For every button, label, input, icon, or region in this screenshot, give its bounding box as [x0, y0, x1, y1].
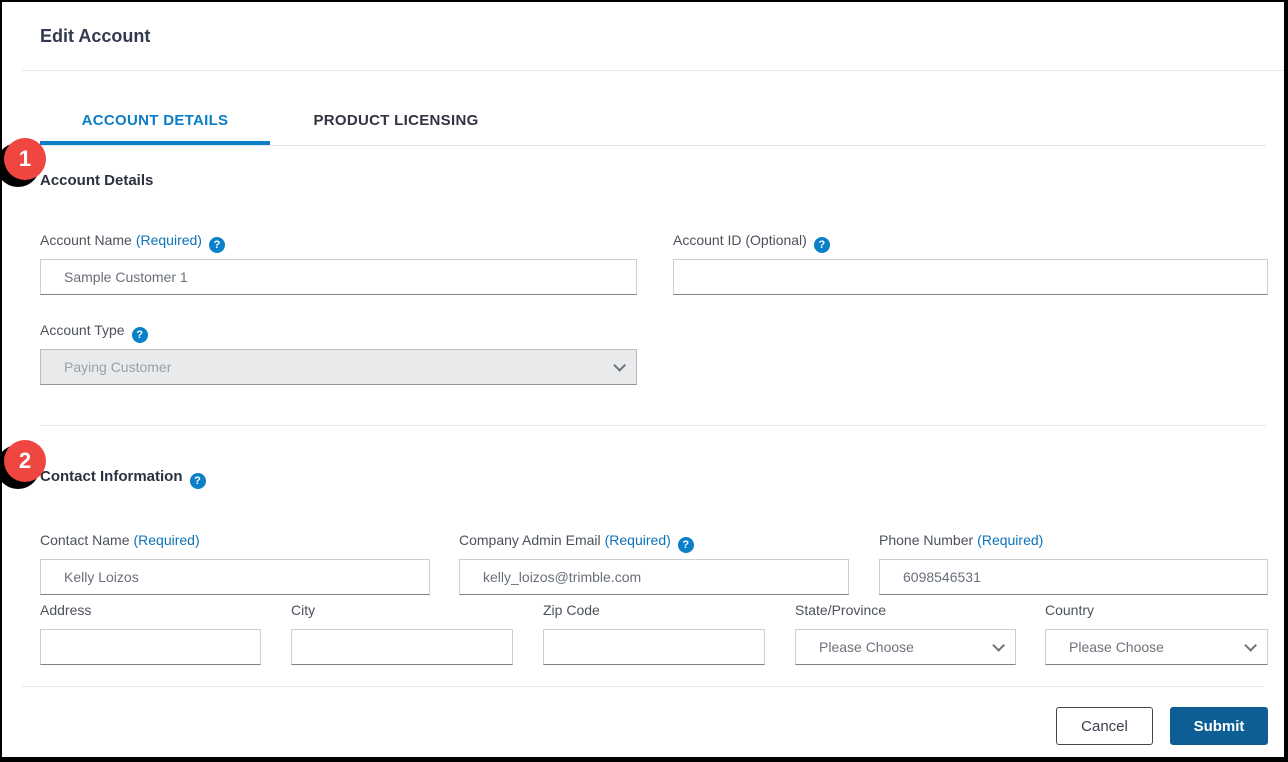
step-2-badge: 2	[4, 440, 46, 482]
company-admin-email-label: Company Admin Email(Required)?	[459, 532, 694, 553]
account-type-select[interactable]: Paying Customer	[40, 349, 637, 385]
zip-code-label: Zip Code	[543, 602, 600, 618]
tab-bar: ACCOUNT DETAILS PRODUCT LICENSING	[40, 95, 1266, 146]
section-heading-contact-information: Contact Information?	[40, 468, 206, 489]
account-id-input[interactable]	[673, 259, 1268, 295]
account-id-help-icon[interactable]: ?	[814, 237, 830, 253]
account-name-help-icon[interactable]: ?	[209, 237, 225, 253]
city-label: City	[291, 602, 315, 618]
account-type-selected-value: Paying Customer	[64, 359, 171, 375]
phone-number-label: Phone Number(Required)	[879, 532, 1043, 548]
step-1-badge: 1	[4, 138, 46, 180]
city-input[interactable]	[291, 629, 513, 665]
state-province-select[interactable]: Please Choose	[795, 629, 1016, 665]
zip-code-input[interactable]	[543, 629, 765, 665]
address-input[interactable]	[40, 629, 261, 665]
country-select[interactable]: Please Choose	[1045, 629, 1268, 665]
company-admin-email-help-icon[interactable]: ?	[678, 537, 694, 553]
state-province-label: State/Province	[795, 602, 886, 618]
country-selected-value: Please Choose	[1069, 639, 1164, 655]
required-indicator: (Required)	[605, 532, 671, 548]
account-type-help-icon[interactable]: ?	[132, 327, 148, 343]
account-id-label: Account ID (Optional)?	[673, 232, 830, 253]
contact-name-label: Contact Name(Required)	[40, 532, 200, 548]
required-indicator: (Required)	[136, 232, 202, 248]
tab-product-licensing[interactable]: PRODUCT LICENSING	[270, 95, 522, 145]
account-name-input[interactable]	[40, 259, 637, 295]
section-divider	[40, 425, 1266, 426]
chevron-down-icon	[1244, 639, 1257, 652]
chevron-down-icon	[613, 359, 626, 372]
edit-account-modal: Edit Account ACCOUNT DETAILS PRODUCT LIC…	[0, 0, 1288, 762]
country-label: Country	[1045, 602, 1094, 618]
phone-number-input[interactable]	[879, 559, 1268, 595]
submit-button[interactable]: Submit	[1170, 707, 1268, 745]
page-title: Edit Account	[40, 26, 150, 47]
section-heading-account-details: Account Details	[40, 172, 153, 189]
cancel-button[interactable]: Cancel	[1056, 707, 1153, 745]
required-indicator: (Required)	[133, 532, 199, 548]
account-name-label: Account Name(Required)?	[40, 232, 225, 253]
header-divider	[22, 70, 1284, 71]
account-type-label: Account Type?	[40, 322, 148, 343]
required-indicator: (Required)	[977, 532, 1043, 548]
footer-divider	[22, 686, 1264, 687]
company-admin-email-input[interactable]	[459, 559, 849, 595]
address-label: Address	[40, 602, 91, 618]
tab-account-details[interactable]: ACCOUNT DETAILS	[40, 95, 270, 145]
state-province-selected-value: Please Choose	[819, 639, 914, 655]
contact-information-help-icon[interactable]: ?	[190, 473, 206, 489]
chevron-down-icon	[992, 639, 1005, 652]
contact-name-input[interactable]	[40, 559, 430, 595]
